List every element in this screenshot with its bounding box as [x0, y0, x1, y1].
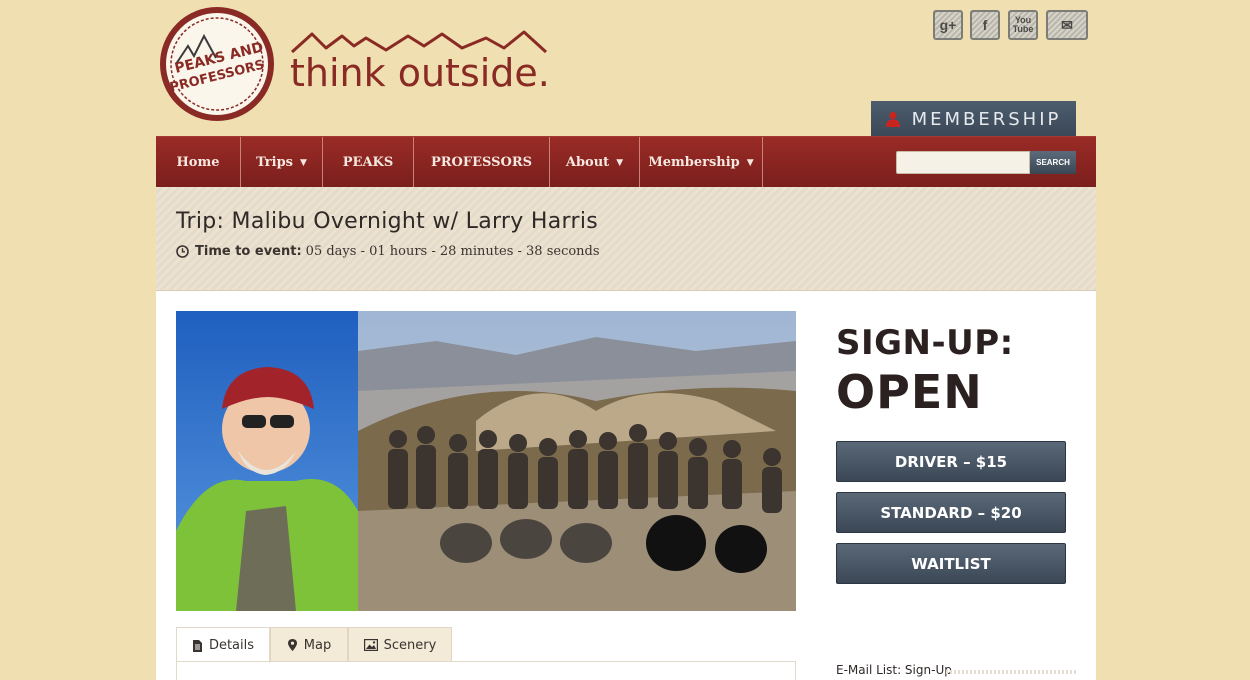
chevron-down-icon: ▼	[746, 157, 754, 168]
youtube-icon[interactable]: You Tube	[1008, 10, 1038, 40]
user-icon	[885, 111, 900, 127]
tab-details[interactable]: Details	[176, 627, 270, 663]
trip-photo	[176, 311, 796, 611]
countdown-label: Time to event:	[195, 244, 302, 259]
document-icon	[192, 639, 202, 652]
nav-label: Membership	[648, 155, 740, 170]
waitlist-button[interactable]: WAITLIST	[836, 543, 1066, 584]
membership-tab[interactable]: MEMBERSHIP	[871, 101, 1076, 137]
google-plus-icon[interactable]: g+	[933, 10, 963, 40]
main-content: SIGN-UP: OPEN DRIVER – $15 STANDARD – $2…	[156, 291, 1096, 680]
tab-map[interactable]: Map	[270, 627, 348, 662]
nav-label: Trips	[256, 155, 293, 170]
nav-label: About	[565, 155, 610, 170]
nav-label: PROFESSORS	[430, 155, 533, 170]
nav-item-trips[interactable]: Trips ▼	[241, 137, 323, 188]
page-title: Trip: Malibu Overnight w/ Larry Harris	[176, 209, 598, 234]
nav-item-about[interactable]: About ▼	[550, 137, 640, 188]
driver-signup-button[interactable]: DRIVER – $15	[836, 441, 1066, 482]
nav-item-membership[interactable]: Membership ▼	[640, 137, 763, 188]
page: PEAKS AND PROFESSORS think outside. g+ f…	[0, 0, 1250, 680]
nav-label: Home	[176, 155, 220, 170]
search-input[interactable]	[896, 151, 1030, 174]
picture-icon	[363, 639, 378, 651]
search-button[interactable]: SEARCH	[1030, 151, 1076, 174]
tab-scenery[interactable]: Scenery	[348, 627, 452, 662]
map-marker-icon	[287, 639, 297, 651]
tab-label: Scenery	[383, 637, 437, 653]
peaks-and-professors-logo[interactable]: PEAKS AND PROFESSORS	[158, 6, 276, 122]
countdown-value: 05 days - 01 hours - 28 minutes - 38 sec…	[305, 244, 600, 259]
tagline-text: think outside.	[290, 51, 550, 94]
tab-label: Map	[303, 637, 332, 653]
facebook-icon[interactable]: f	[970, 10, 1000, 40]
membership-label: MEMBERSHIP	[911, 108, 1062, 130]
standard-signup-button[interactable]: STANDARD – $20	[836, 492, 1066, 533]
email-list-heading: E-Mail List: Sign-Up	[836, 663, 958, 677]
email-icon[interactable]: ✉	[1046, 10, 1088, 40]
nav-label: PEAKS	[342, 155, 394, 170]
chevron-down-icon: ▼	[616, 157, 624, 168]
think-outside-tagline: think outside.	[290, 30, 550, 94]
tab-label: Details	[208, 638, 255, 653]
trip-header: Trip: Malibu Overnight w/ Larry Harris T…	[156, 187, 1096, 291]
tab-panel	[176, 661, 796, 680]
clock-icon	[176, 245, 189, 258]
nav-item-home[interactable]: Home	[156, 137, 241, 188]
signup-heading: SIGN-UP:	[836, 323, 1014, 363]
divider	[946, 670, 1076, 674]
nav-item-peaks[interactable]: PEAKS	[323, 137, 414, 188]
nav-item-professors[interactable]: PROFESSORS	[414, 137, 550, 188]
main-nav: Home Trips ▼ PEAKS PROFESSORS About ▼ Me…	[156, 136, 1096, 188]
chevron-down-icon: ▼	[300, 157, 307, 168]
signup-status: OPEN	[836, 365, 983, 419]
countdown: Time to event: 05 days - 01 hours - 28 m…	[176, 244, 600, 259]
